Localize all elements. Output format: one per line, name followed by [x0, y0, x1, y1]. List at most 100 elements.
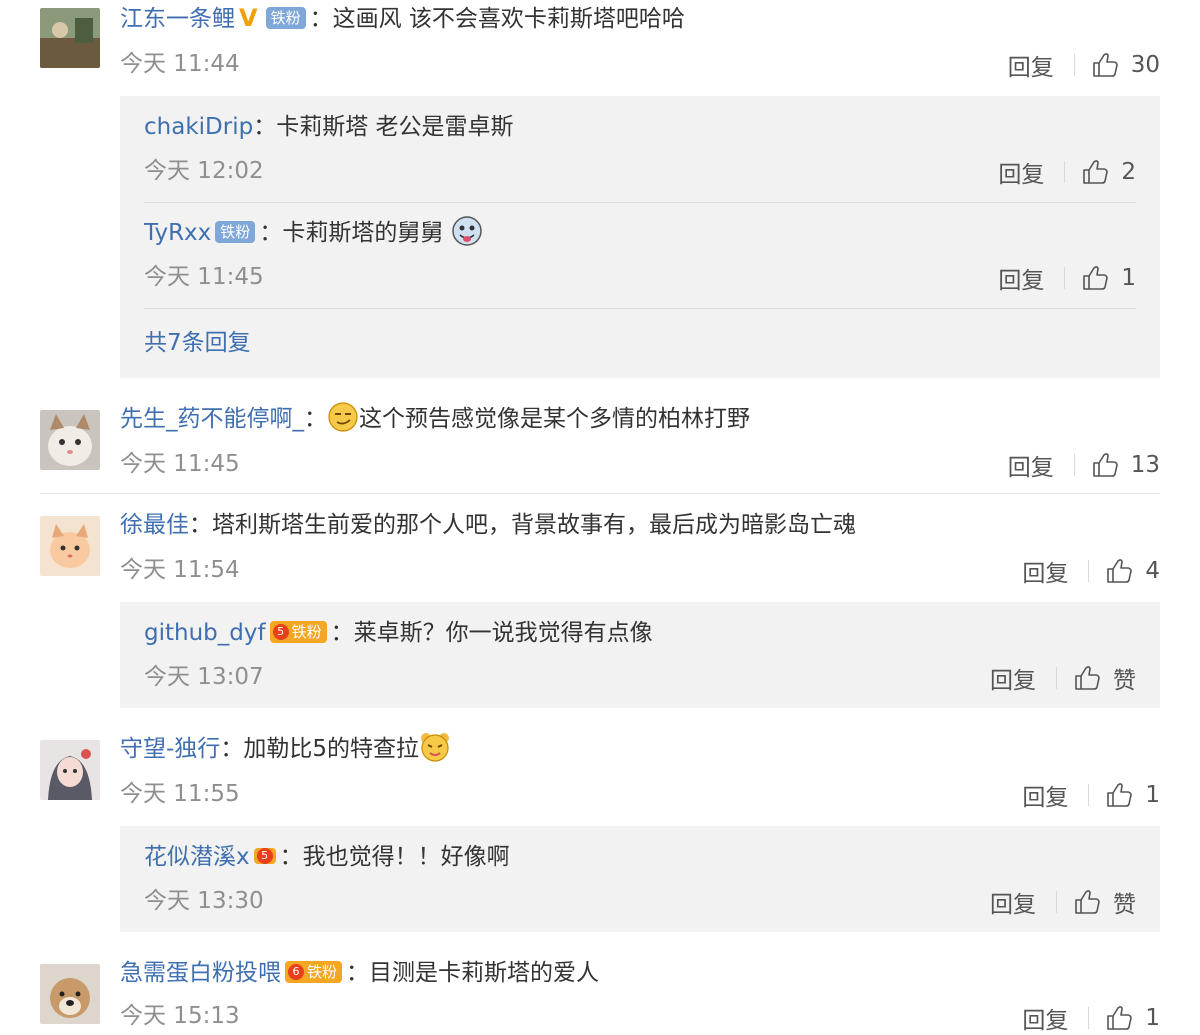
view-all-replies-link[interactable]: 共7条回复 [144, 326, 251, 360]
thumbs-up-icon[interactable] [1105, 557, 1133, 585]
separator [1064, 161, 1066, 183]
comment-actions: 回复 13 [1008, 448, 1160, 482]
reply-text: 莱卓斯？你一说我觉得有点像 [353, 620, 653, 646]
dog-avatar-icon [40, 964, 100, 1024]
comment-actions: 回复 1 [1022, 778, 1160, 812]
username-link[interactable]: 花似潜溪x [144, 844, 250, 870]
reply-button[interactable]: 回复 [1022, 778, 1068, 812]
reply-button[interactable]: 回复 [1008, 448, 1054, 482]
avatar[interactable] [40, 516, 100, 576]
fan-level-badge[interactable]: 5 [253, 847, 276, 864]
like-label[interactable]: 赞 [1113, 661, 1136, 695]
like-count: 13 [1130, 452, 1160, 478]
reply-actions: 回复 2 [998, 155, 1136, 189]
thumbs-up-icon[interactable] [1105, 1004, 1133, 1032]
username-link[interactable]: chakiDrip [144, 114, 253, 140]
separator [1088, 1007, 1090, 1029]
colon: ： [253, 114, 277, 140]
verified-icon: V [239, 3, 258, 32]
reply-actions: 回复 赞 [990, 885, 1136, 919]
comment-text: 目测是卡莉斯塔的爱人 [369, 960, 600, 986]
reply-actions: 回复 1 [998, 261, 1136, 295]
timestamp: 今天 11:55 [120, 781, 240, 807]
reply-button[interactable]: 回复 [998, 261, 1044, 295]
reply-button[interactable]: 回复 [990, 661, 1036, 695]
comment-body: 急需蛋白粉投喂 6 铁粉 ：目测是卡莉斯塔的爱人 [120, 956, 1160, 990]
colon: ： [189, 512, 212, 538]
thumbs-up-icon[interactable] [1073, 664, 1101, 692]
timestamp: 今天 11:45 [120, 451, 240, 477]
comment-actions: 回复 1 [1022, 1001, 1160, 1035]
comment-body: 先生_药不能停啊_： 这个预告感觉像是某个多情的柏林打野 [120, 401, 1160, 436]
timestamp: 今天 13:07 [144, 664, 264, 690]
avatar[interactable] [40, 964, 100, 1024]
colon: ： [279, 844, 303, 870]
fan-level-badge[interactable]: 6 铁粉 [285, 960, 343, 983]
comment-text: 这画风 该不会喜欢卡莉斯塔吧哈哈 [332, 6, 685, 32]
thumbs-up-icon[interactable] [1081, 158, 1109, 186]
tongue-out-emoji-icon [451, 215, 482, 246]
reply-text: 卡莉斯塔的舅舅 [282, 220, 444, 246]
avatar[interactable] [40, 410, 100, 470]
reply-actions: 回复 赞 [990, 661, 1136, 695]
reply-body: TyRxx 铁粉 ：卡莉斯塔的舅舅 [144, 215, 1136, 250]
anime-girl-avatar-icon [40, 740, 100, 800]
comment-text: 加勒比5的特查拉 [243, 736, 419, 762]
fan-level-badge[interactable]: 5 铁粉 [269, 620, 327, 643]
timestamp: 今天 13:30 [144, 888, 264, 914]
avatar[interactable] [40, 8, 100, 68]
comment-body: 徐最佳：塔利斯塔生前爱的那个人吧，背景故事有，最后成为暗影岛亡魂 [120, 508, 1160, 542]
reply-button[interactable]: 回复 [998, 155, 1044, 189]
divider [40, 493, 1160, 494]
fan-level-number: 5 [256, 847, 273, 864]
landscape-avatar-icon [40, 8, 100, 68]
fan-badge-label: 铁粉 [307, 962, 338, 981]
username-link[interactable]: 守望-独行 [120, 736, 220, 762]
thumbs-up-icon[interactable] [1073, 888, 1101, 916]
comment-text: 这个预告感觉像是某个多情的柏林打野 [359, 406, 750, 432]
reply-button[interactable]: 回复 [1008, 48, 1054, 82]
separator [1056, 891, 1057, 913]
timestamp: 今天 12:02 [144, 158, 264, 184]
thumbs-up-icon[interactable] [1105, 781, 1133, 809]
fan-badge[interactable]: 铁粉 [215, 220, 256, 243]
reply-text: 卡莉斯塔 老公是雷卓斯 [276, 114, 514, 140]
colon: ： [346, 960, 370, 986]
thumbs-up-icon[interactable] [1091, 451, 1119, 479]
reply-button[interactable]: 回复 [1022, 554, 1068, 588]
like-count: 1 [1145, 1005, 1160, 1031]
reply-body: 花似潜溪x 5 ：我也觉得！！好像啊 [144, 840, 1136, 874]
cat-avatar-icon [40, 410, 100, 470]
username-link[interactable]: github_dyf [144, 620, 266, 646]
comment-actions: 回复 4 [1022, 554, 1160, 588]
reply-button[interactable]: 回复 [1022, 1001, 1068, 1035]
comment-actions: 回复 30 [1008, 48, 1160, 82]
avatar[interactable] [40, 740, 100, 800]
thumbs-up-icon[interactable] [1091, 51, 1119, 79]
separator [1064, 267, 1066, 289]
fan-level-number: 6 [288, 963, 304, 980]
username-link[interactable]: 先生_药不能停啊_ [120, 406, 304, 432]
colon: ： [220, 736, 244, 762]
username-link[interactable]: 急需蛋白粉投喂 [120, 960, 281, 986]
like-label[interactable]: 赞 [1113, 885, 1136, 919]
divider [144, 308, 1136, 309]
comment-body: 守望-独行：加勒比5的特查拉 [120, 732, 1160, 766]
username-link[interactable]: 江东一条鲤 [120, 6, 235, 32]
username-link[interactable]: 徐最佳 [120, 512, 189, 538]
colon: ： [330, 620, 354, 646]
timestamp: 今天 15:13 [120, 1003, 240, 1029]
fan-badge[interactable]: 铁粉 [265, 6, 306, 29]
like-count: 2 [1121, 159, 1136, 185]
like-count: 30 [1130, 52, 1160, 78]
separator [1088, 560, 1090, 582]
reply-body: github_dyf 5 铁粉 ：莱卓斯？你一说我觉得有点像 [144, 616, 1136, 650]
reply-button[interactable]: 回复 [990, 885, 1036, 919]
kitten-avatar-icon [40, 516, 100, 576]
thumbs-up-icon[interactable] [1081, 264, 1109, 292]
divider [144, 202, 1136, 203]
username-link[interactable]: TyRxx [144, 220, 211, 246]
like-count: 4 [1145, 558, 1160, 584]
separator [1073, 454, 1075, 476]
separator [1073, 54, 1075, 76]
